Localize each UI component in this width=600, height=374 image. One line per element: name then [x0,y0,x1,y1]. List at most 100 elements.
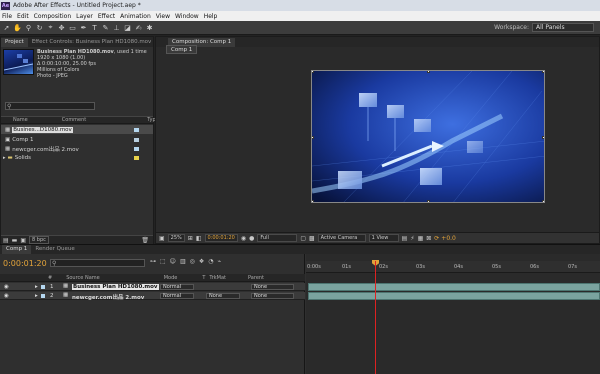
clone-stamp-tool-icon[interactable]: ⊥ [112,23,121,32]
label-color-chip[interactable] [134,155,139,160]
project-item[interactable]: ▸ ▬ Solids [1,153,153,162]
draft-3d-icon[interactable]: ⬚ [160,258,166,265]
menu-bar: File Edit Composition Layer Effect Anima… [0,11,600,21]
fast-previews-icon[interactable]: ⚡ [410,235,414,242]
eraser-tool-icon[interactable]: ◪ [123,23,132,32]
label-color-chip[interactable] [134,137,139,142]
interpret-footage-icon[interactable]: ▤ [3,237,9,244]
toggle-pixel-aspect-icon[interactable]: ▤ [402,235,408,242]
view-layout-select[interactable]: 1 View [368,234,399,242]
transform-handle-ml[interactable] [312,136,314,139]
tab-comp-1[interactable]: Comp 1 [2,245,32,254]
comp-navigator-tab[interactable]: Comp 1 [166,45,198,54]
brush-tool-icon[interactable]: ✎ [101,23,110,32]
mask-visibility-icon[interactable]: ◧ [196,235,202,242]
column-name[interactable]: Name [13,117,28,123]
camera-view-select[interactable]: Active Camera [317,234,366,242]
current-time-indicator[interactable] [375,261,376,374]
label-color-chip[interactable] [134,146,139,151]
time-graph[interactable]: 0:00s 01s 02s 03s 04s 05s 06s 07s [306,254,600,374]
visibility-eye-icon[interactable]: ◉ [4,284,9,290]
layer-row[interactable]: ◉ ▸ 2 ▦ newcger.com出品 2.mov Normal None … [0,292,305,301]
zoom-tool-icon[interactable]: ⚲ [24,23,33,32]
layer-duration-bar[interactable] [308,283,600,291]
transform-handle-tc[interactable] [427,71,430,73]
layer-name[interactable]: Business Plan HD1080.mov [72,284,159,290]
resolution-select[interactable]: Full [257,234,298,242]
rectangle-tool-icon[interactable]: ▭ [68,23,77,32]
transparency-grid-icon[interactable]: ▩ [309,235,315,242]
project-item[interactable]: ▦ Busines...D1080.mov [1,125,153,134]
always-preview-icon[interactable]: ▣ [159,235,165,242]
auto-keyframe-icon[interactable]: ◔ [208,258,213,265]
pen-tool-icon[interactable]: ✒ [79,23,88,32]
flowchart-icon[interactable]: ⊠ [426,235,431,242]
timeline-icon[interactable]: ▦ [418,235,424,242]
menu-composition[interactable]: Composition [34,13,71,20]
tab-render-queue[interactable]: Render Queue [31,245,78,254]
layer-row[interactable]: ◉ ▸ 1 ▦ Business Plan HD1080.mov Normal … [0,283,305,291]
tab-project[interactable]: Project [1,38,28,47]
hide-shy-layers-icon[interactable]: ☺ [170,258,176,265]
label-color-chip[interactable] [134,127,139,132]
menu-view[interactable]: View [156,13,170,20]
new-composition-icon[interactable]: ▣ [20,237,26,244]
workspace-select[interactable]: All Panels [532,23,594,32]
graph-editor-icon[interactable]: ⌁ [218,258,222,265]
timeline-search-input[interactable]: ⚲ [50,259,145,267]
project-item[interactable]: ▣ Comp 1 [1,135,153,144]
label-color-chip[interactable] [41,285,45,289]
motion-blur-icon[interactable]: ◎ [190,258,195,265]
time-ruler[interactable]: 0:00s 01s 02s 03s 04s 05s 06s 07s [306,261,600,273]
parent-select[interactable]: None [251,293,294,299]
region-of-interest-icon[interactable]: ▢ [300,235,306,242]
menu-file[interactable]: File [2,13,12,20]
track-matte-select[interactable]: None [206,293,240,299]
menu-animation[interactable]: Animation [120,13,151,20]
current-time-display[interactable]: 0:00:01:20 [204,234,238,242]
column-source-name[interactable]: Source Name [66,275,100,281]
trash-icon[interactable]: 🗑 [141,237,149,244]
rotate-tool-icon[interactable]: ↻ [35,23,44,32]
current-time[interactable]: 0:00:01:20 [3,259,47,268]
exposure-value[interactable]: +0.0 [441,235,456,242]
composition-viewer[interactable] [311,70,545,203]
selection-tool-icon[interactable]: ➚ [2,23,11,32]
expand-layer-icon[interactable]: ▸ [35,284,38,290]
magnification-select[interactable]: 25% [167,234,185,242]
label-color-chip[interactable] [41,294,45,298]
project-item[interactable]: ▦ newcger.com出品 2.mov [1,144,153,153]
menu-help[interactable]: Help [204,13,218,20]
reset-exposure-icon[interactable]: ⟳ [434,235,439,242]
expand-arrow-icon[interactable]: ▸ [3,155,6,161]
text-tool-icon[interactable]: T [90,23,99,32]
project-search-input[interactable]: ⚲ [5,102,95,110]
menu-window[interactable]: Window [175,13,199,20]
layer-name[interactable]: newcger.com出品 2.mov [72,293,144,301]
roto-brush-tool-icon[interactable]: ✍ [134,23,143,32]
menu-layer[interactable]: Layer [76,13,93,20]
visibility-eye-icon[interactable]: ◉ [4,293,9,299]
blend-mode-select[interactable]: Normal [160,293,194,299]
bit-depth-button[interactable]: 8 bpc [29,236,49,244]
menu-edit[interactable]: Edit [17,13,29,20]
frame-blending-icon[interactable]: ▥ [180,258,186,265]
tab-effect-controls[interactable]: Effect Controls: Business Plan HD1080.mo… [28,38,155,47]
brainstorm-icon[interactable]: ❖ [199,258,204,265]
transform-handle-tl[interactable] [312,71,314,73]
composition-mini-flowchart-icon[interactable]: ⊶ [150,258,156,265]
expand-layer-icon[interactable]: ▸ [35,293,38,299]
camera-tool-icon[interactable]: ⌖ [46,23,55,32]
menu-effect[interactable]: Effect [98,13,115,20]
layer-duration-bar[interactable] [308,292,600,300]
parent-select[interactable]: None [251,284,294,290]
pan-behind-tool-icon[interactable]: ✥ [57,23,66,32]
puppet-tool-icon[interactable]: ✱ [145,23,154,32]
safe-zones-icon[interactable]: ⊞ [188,235,193,242]
new-folder-icon[interactable]: ▬ [12,237,18,244]
snapshot-icon[interactable]: ◉ [241,235,246,242]
show-channel-icon[interactable]: ● [249,235,254,242]
blend-mode-select[interactable]: Normal [160,284,194,290]
hand-tool-icon[interactable]: ✋ [13,23,22,32]
column-comment[interactable]: Comment [62,117,87,123]
